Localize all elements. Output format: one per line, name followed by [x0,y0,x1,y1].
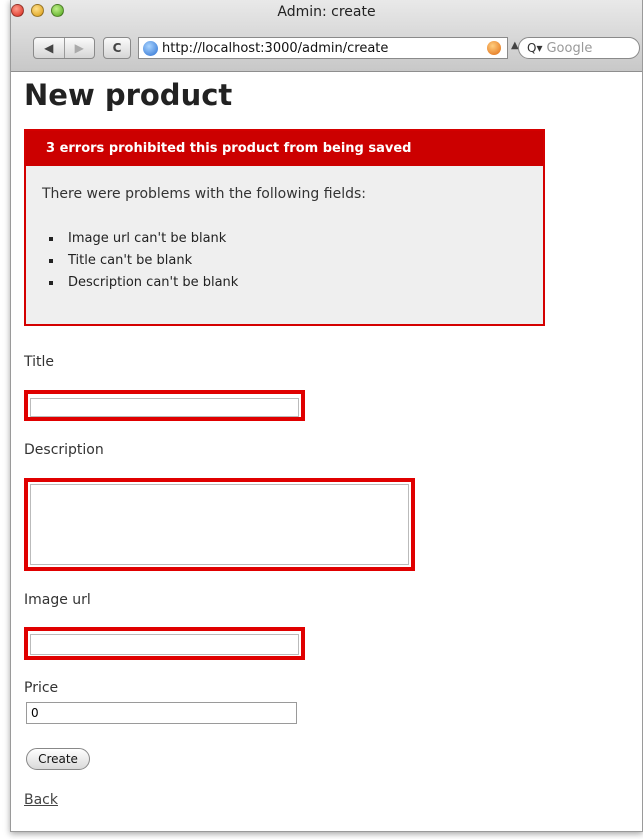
snapback-icon[interactable] [487,41,501,55]
globe-icon [143,40,158,56]
page-title: New product [24,78,233,112]
title-field[interactable] [30,398,299,417]
search-placeholder: Google [546,40,593,56]
error-item: Image url can't be blank [48,228,238,250]
error-list: Image url can't be blank Title can't be … [48,228,238,294]
description-field[interactable] [30,484,409,565]
error-item: Title can't be blank [48,250,238,272]
error-header: 3 errors prohibited this product from be… [26,131,543,166]
address-bar[interactable]: http://localhost:3000/admin/create [138,37,508,59]
back-forward-buttons: ◀ ▶ [33,37,95,59]
title-bar: Admin: create ◀ ▶ C http://localhost:300… [11,0,642,72]
price-field[interactable] [26,702,297,724]
description-label: Description [24,442,104,458]
error-explanation: 3 errors prohibited this product from be… [24,129,545,326]
price-label: Price [24,680,59,696]
image-url-field-wrapper [24,627,305,660]
description-field-wrapper [24,478,415,571]
browser-window: Admin: create ◀ ▶ C http://localhost:300… [10,0,643,832]
create-button[interactable]: Create [26,748,90,770]
address-bar-url: http://localhost:3000/admin/create [162,40,389,56]
image-url-field[interactable] [30,634,299,655]
reload-icon: C [112,41,122,55]
search-icon: Q▾ [527,41,543,55]
window-title: Admin: create [277,4,376,20]
error-intro: There were problems with the following f… [42,186,366,202]
back-link[interactable]: Back [24,792,58,808]
forward-arrow-icon[interactable]: ▶ [65,38,95,58]
title-field-wrapper [24,390,305,421]
error-item: Description can't be blank [48,272,238,294]
search-field[interactable]: Q▾ Google [518,37,640,59]
image-url-label: Image url [24,592,91,608]
back-arrow-icon[interactable]: ◀ [34,38,64,58]
reload-button[interactable]: C [103,37,131,59]
title-label: Title [24,354,55,370]
